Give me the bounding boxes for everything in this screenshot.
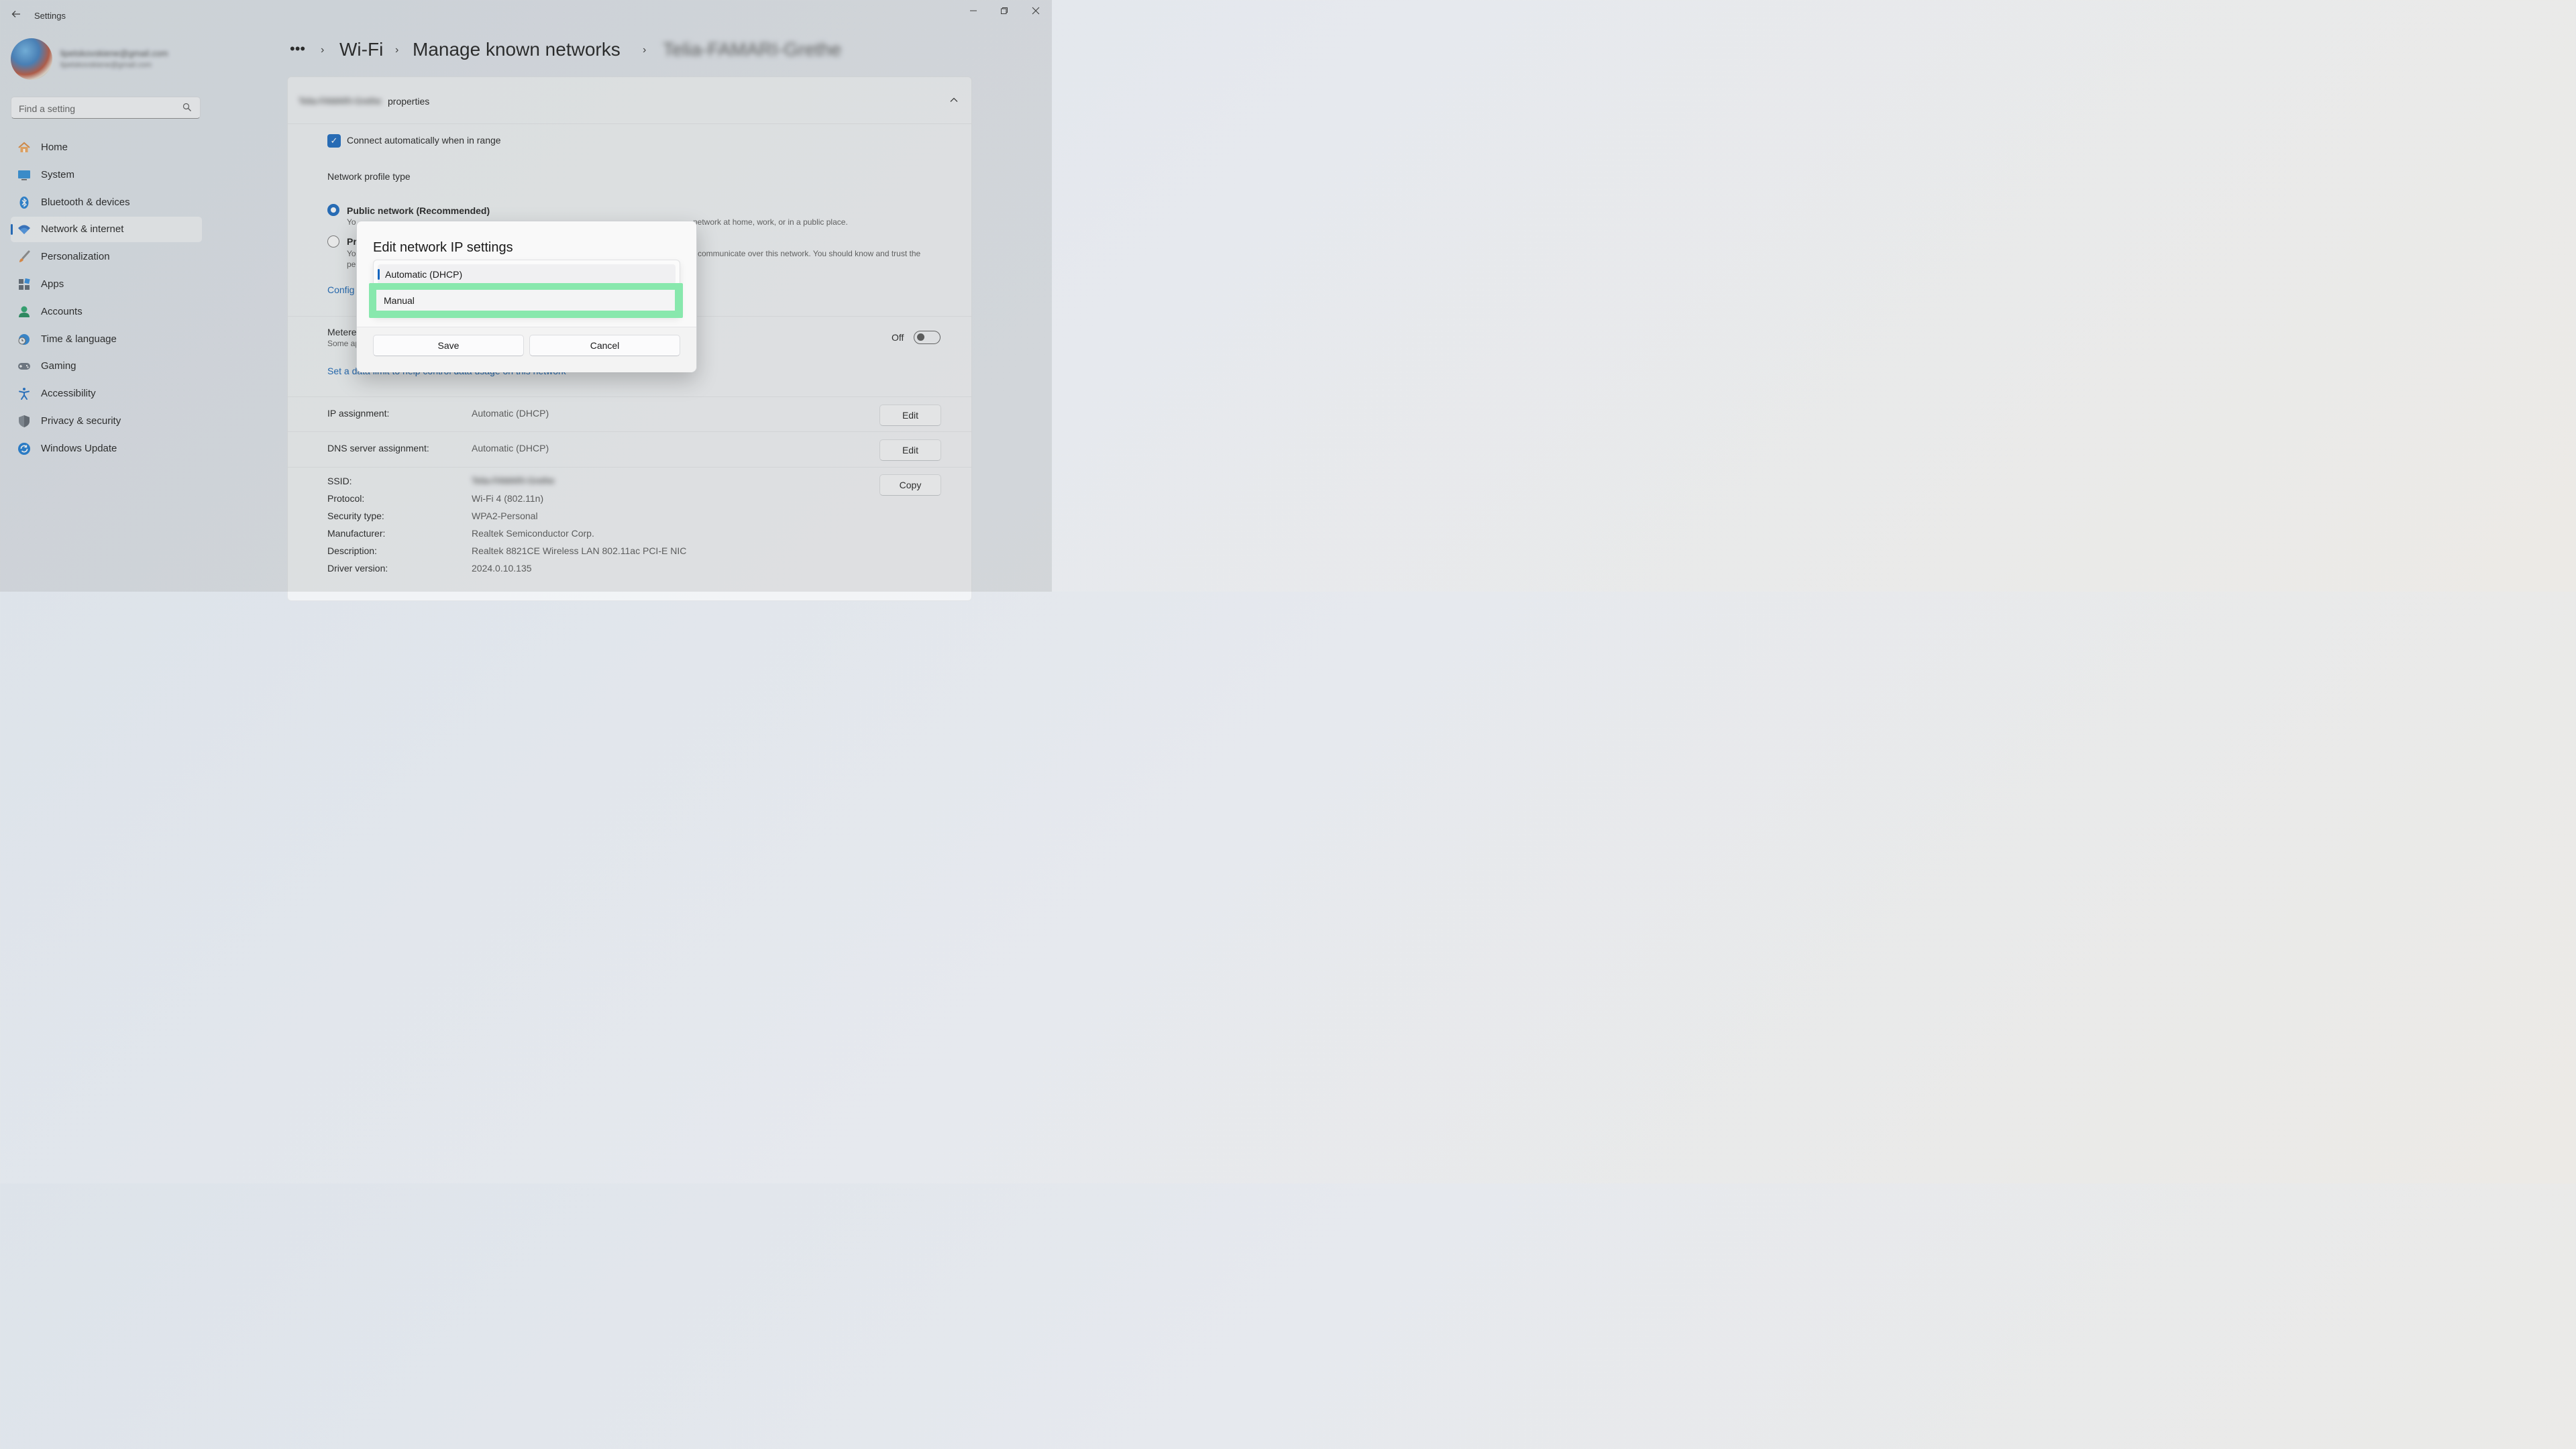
option-automatic-dhcp[interactable]: Automatic (DHCP) (378, 264, 676, 284)
option-manual[interactable]: Manual (376, 290, 675, 311)
option-label: Automatic (DHCP) (385, 269, 463, 280)
selected-indicator (378, 269, 380, 280)
dialog-footer: Save Cancel (357, 327, 696, 372)
dialog-title: Edit network IP settings (373, 240, 513, 255)
cancel-button[interactable]: Cancel (529, 335, 680, 356)
option-label: Manual (384, 295, 415, 306)
save-button[interactable]: Save (373, 335, 524, 356)
